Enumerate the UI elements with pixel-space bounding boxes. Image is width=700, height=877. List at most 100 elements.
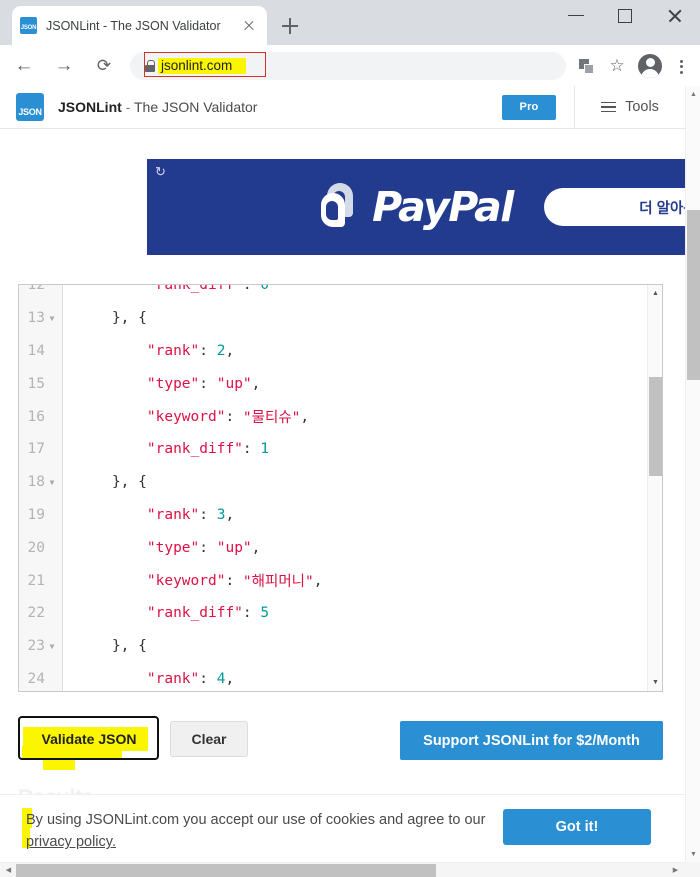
- line-number: 20: [27, 539, 45, 556]
- paypal-ad-banner[interactable]: ↻ PayPal 더 알아봇​기: [147, 159, 685, 255]
- cookie-consent-banner: By using JSONLint.com you accept our use…: [0, 794, 685, 866]
- json-input-editor[interactable]: 1213▼1415161718▼1920212223▼242526 "rank_…: [18, 284, 663, 692]
- ad-cta-label: 더 알아봇​기: [639, 200, 685, 217]
- line-number: 23 ▼: [19, 630, 63, 663]
- reload-icon[interactable]: ⟳: [88, 50, 120, 82]
- address-bar[interactable]: jsonlint.com: [130, 51, 566, 80]
- browser-tab[interactable]: JSON JSONLint - The JSON Validator: [12, 6, 267, 45]
- line-number: 14: [27, 342, 45, 359]
- lock-icon: [144, 59, 156, 72]
- favicon-label: JSON: [20, 25, 37, 31]
- action-button-row: Validate JSON Clear Support JSONLint for…: [18, 716, 663, 770]
- star-icon[interactable]: ☆: [602, 51, 632, 81]
- validate-json-button[interactable]: Validate JSON: [30, 728, 148, 750]
- line-number: 17: [27, 441, 45, 458]
- page-scrollbar-thumb[interactable]: [687, 210, 700, 380]
- page-scroll-down-icon[interactable]: ▼: [686, 847, 700, 862]
- fold-toggle-icon[interactable]: ▼: [47, 642, 57, 651]
- privacy-policy-link[interactable]: privacy policy.: [26, 834, 116, 850]
- page-hscrollbar-thumb[interactable]: [16, 864, 436, 877]
- ad-cta-button[interactable]: 더 알아봇​기: [544, 188, 685, 226]
- editor-scroll-up-icon[interactable]: ▲: [648, 286, 662, 301]
- browser-window: JSON JSONLint - The JSON Validator ← → ⟳…: [0, 0, 700, 877]
- line-number-gutter: 1213▼1415161718▼1920212223▼242526: [19, 285, 63, 691]
- cookie-message-text: By using JSONLint.com you accept our use…: [26, 812, 486, 828]
- site-header: JSON JSONLint - The JSON Validator Pro T…: [0, 86, 685, 129]
- line-number: 18 ▼: [19, 466, 63, 499]
- back-arrow-icon[interactable]: ←: [8, 50, 40, 82]
- editor-scrollbar-thumb[interactable]: [649, 377, 662, 476]
- line-number: 12: [27, 284, 45, 294]
- code-line: "rank": 3,: [146, 506, 235, 523]
- page-scroll-right-icon[interactable]: ▶: [668, 863, 683, 877]
- code-line: "type": "up",: [146, 375, 261, 392]
- star-glyph: ☆: [609, 56, 625, 75]
- close-icon[interactable]: [652, 0, 698, 30]
- code-line: "rank_diff": 1: [146, 441, 270, 458]
- line-number: 15: [27, 375, 45, 392]
- browser-toolbar: ← → ⟳ jsonlint.com ☆: [0, 45, 700, 86]
- reload-glyph: ⟳: [96, 56, 112, 75]
- logo-label: JSON: [18, 107, 42, 117]
- editor-vertical-scrollbar[interactable]: ▲ ▼: [647, 285, 662, 691]
- maximize-icon[interactable]: [602, 0, 648, 30]
- clear-button[interactable]: Clear: [170, 721, 248, 757]
- tab-close-icon[interactable]: [239, 16, 259, 36]
- line-number: 13 ▼: [19, 302, 63, 335]
- code-line: }, {: [111, 310, 147, 327]
- code-line: }, {: [111, 474, 147, 491]
- pro-button[interactable]: Pro: [502, 94, 556, 120]
- tab-strip: JSON JSONLint - The JSON Validator: [0, 0, 700, 45]
- jsonlint-favicon: JSON: [20, 17, 37, 34]
- paypal-wordmark: PayPal: [372, 182, 514, 231]
- line-number: 16: [27, 408, 45, 425]
- jsonlint-logo[interactable]: JSON: [16, 93, 44, 121]
- code-line: "keyword": "물티슈",: [146, 408, 310, 427]
- page-scroll-left-icon[interactable]: ◀: [1, 863, 16, 877]
- validate-highlight-3: [43, 759, 75, 770]
- code-line: "type": "up",: [146, 539, 261, 556]
- forward-glyph: →: [54, 55, 74, 76]
- new-tab-icon[interactable]: [277, 13, 303, 39]
- kebab-menu-icon[interactable]: [668, 51, 694, 81]
- line-number: 22: [27, 605, 45, 622]
- url-wrapper: jsonlint.com: [158, 58, 247, 74]
- code-line: "rank": 2,: [146, 342, 235, 359]
- brand-name: JSONLint: [58, 99, 122, 115]
- code-line: "rank_diff": 0: [146, 285, 270, 294]
- hamburger-icon: [601, 101, 617, 113]
- paypal-logo: PayPal: [319, 182, 514, 231]
- scrollbar-corner: [685, 862, 700, 877]
- line-number: 21: [27, 572, 45, 589]
- paypal-mark-icon: [319, 183, 359, 231]
- line-number: 19: [27, 506, 45, 523]
- page-horizontal-scrollbar[interactable]: ◀ ▶: [0, 862, 700, 877]
- code-area[interactable]: "rank_diff": 0 }, { "rank": 2, "type": "…: [63, 285, 646, 691]
- tab-title: JSONLint - The JSON Validator: [46, 18, 221, 33]
- page-viewport: JSON JSONLint - The JSON Validator Pro T…: [0, 86, 700, 877]
- support-button[interactable]: Support JSONLint for $2/Month: [400, 721, 663, 760]
- editor-scroll-down-icon[interactable]: ▼: [648, 675, 662, 690]
- minimize-icon[interactable]: [553, 0, 599, 30]
- page-title: JSONLint - The JSON Validator: [58, 99, 257, 115]
- code-line: "rank": 4,: [146, 670, 235, 687]
- avatar-icon[interactable]: [635, 51, 665, 81]
- translate-icon[interactable]: [572, 51, 602, 81]
- code-line: "rank_diff": 5: [146, 605, 270, 622]
- page-vertical-scrollbar[interactable]: ▲ ▼: [685, 86, 700, 862]
- brand-tagline: The JSON Validator: [133, 99, 258, 115]
- code-line: }, {: [111, 638, 147, 655]
- fold-toggle-icon[interactable]: ▼: [47, 314, 57, 323]
- back-glyph: ←: [14, 55, 34, 76]
- tools-menu-button[interactable]: Tools: [575, 86, 685, 129]
- cookie-accept-button[interactable]: Got it!: [503, 809, 651, 845]
- page-scroll-up-icon[interactable]: ▲: [686, 87, 700, 102]
- forward-arrow-icon[interactable]: →: [48, 50, 80, 82]
- url-text: jsonlint.com: [161, 58, 233, 73]
- code-line: "keyword": "해피머니",: [146, 572, 323, 591]
- line-number: 24: [27, 670, 45, 687]
- fold-toggle-icon[interactable]: ▼: [47, 478, 57, 487]
- tools-label: Tools: [625, 99, 659, 115]
- brand-dash: -: [121, 99, 134, 115]
- cookie-message: By using JSONLint.com you accept our use…: [26, 809, 496, 854]
